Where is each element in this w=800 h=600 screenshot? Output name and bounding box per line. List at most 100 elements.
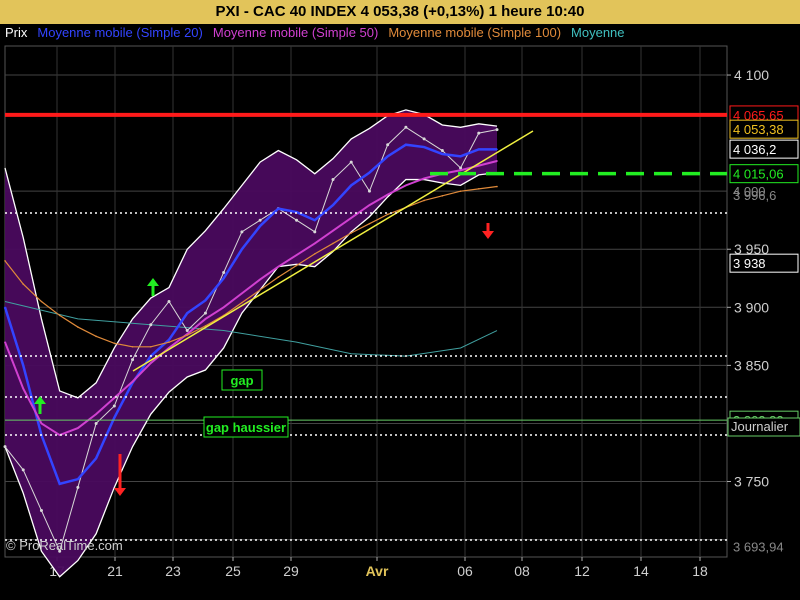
series-1-point-3 <box>58 483 61 485</box>
series-3-point-25 <box>459 190 462 192</box>
series-3-point-15 <box>277 276 280 278</box>
series-3-point-19 <box>350 232 353 234</box>
y-tick-label: 3 850 <box>734 357 769 373</box>
series-0-point-20 <box>367 189 371 193</box>
annotation-label-0: gap <box>230 373 253 388</box>
series-0-point-18 <box>331 178 335 182</box>
x-tick-label: 23 <box>165 563 181 579</box>
series-2-point-4 <box>77 427 79 429</box>
series-0-point-8 <box>149 323 153 327</box>
series-3-point-2 <box>40 300 43 303</box>
series-3-point-18 <box>332 242 334 245</box>
series-2-point-5 <box>95 413 97 415</box>
series-1-point-20 <box>368 171 371 174</box>
series-2-point-2 <box>40 422 43 425</box>
series-1-point-17 <box>313 219 316 222</box>
price-chart: 4 1003 9503 9003 8503 7501721232529Avr06… <box>3 45 800 579</box>
series-0-point-11 <box>203 311 207 315</box>
series-3-point-26 <box>477 188 480 190</box>
series-3-point-1 <box>22 283 25 285</box>
series-1-point-19 <box>350 184 353 187</box>
level-label-2: 4 015,06 <box>733 167 784 182</box>
series-0-point-13 <box>240 230 244 234</box>
arrow-down-2-head <box>482 231 494 239</box>
y-tick-label: 4 100 <box>734 67 769 83</box>
series-3-point-16 <box>295 264 298 267</box>
series-2-point-15 <box>277 265 280 268</box>
series-2-point-23 <box>423 177 425 180</box>
x-tick-label: Avr <box>366 563 389 579</box>
series-1-point-25 <box>459 155 462 158</box>
arrow-down-1-head <box>114 488 126 496</box>
y-tick-label: 3 750 <box>734 474 769 490</box>
series-3-point-6 <box>113 342 116 345</box>
overlap-label-1: 3 996,6 <box>733 188 776 203</box>
series-2-point-11 <box>204 318 207 320</box>
x-tick-label: 18 <box>692 563 708 579</box>
series-0-point-2 <box>39 509 43 513</box>
series-1-point-27 <box>496 148 498 151</box>
series-3-point-27 <box>496 185 498 188</box>
series-2-point-13 <box>241 292 243 295</box>
series-0-point-7 <box>131 358 135 362</box>
series-1-point-10 <box>186 312 189 314</box>
series-3-point-0 <box>4 260 6 262</box>
series-2-point-0 <box>4 341 6 343</box>
arrow-up-2-head <box>147 278 159 286</box>
series-3-point-14 <box>259 289 261 291</box>
price-label: 4 053,38 <box>733 122 784 137</box>
series-2-point-22 <box>405 184 407 187</box>
series-1-point-1 <box>22 364 25 367</box>
ma-cyan-line <box>4 301 498 357</box>
series-3-point-10 <box>186 334 189 336</box>
series-2-point-26 <box>477 164 480 167</box>
level-label-1: 4 036,2 <box>733 142 776 157</box>
overlap-label-2: 3 693,94 <box>733 540 784 555</box>
series-2-point-14 <box>259 278 261 281</box>
series-2-point-16 <box>295 254 298 256</box>
x-tick-label: 29 <box>283 563 299 579</box>
series-0-point-17 <box>313 230 317 234</box>
series-2-point-7 <box>131 380 134 383</box>
series-2-point-19 <box>350 217 353 219</box>
annotation-label-1: gap haussier <box>206 420 286 435</box>
series-1-point-23 <box>423 146 425 148</box>
series-0-point-10 <box>185 329 189 333</box>
series-0-point-22 <box>404 125 408 129</box>
series-0-point-26 <box>477 131 481 135</box>
timeframe-label: Journalier <box>731 419 789 434</box>
y-tick-label: 3 900 <box>734 299 769 315</box>
series-0-point-24 <box>440 149 444 153</box>
series-3-point-4 <box>77 326 79 328</box>
series-3-point-7 <box>131 345 134 348</box>
series-2-point-8 <box>149 362 152 364</box>
series-1-point-9 <box>168 339 170 341</box>
series-1-point-5 <box>95 457 97 460</box>
series-0-point-27 <box>495 128 499 132</box>
series-3-point-13 <box>241 301 243 304</box>
series-2-point-27 <box>496 160 498 162</box>
series-2-point-21 <box>386 193 389 196</box>
series-2-point-1 <box>22 387 25 390</box>
series-0-point-5 <box>94 421 98 425</box>
series-1-point-26 <box>477 148 480 151</box>
series-0-point-16 <box>295 218 299 222</box>
series-2-point-12 <box>222 306 225 309</box>
series-1-point-12 <box>222 277 225 280</box>
series-0-point-23 <box>422 137 426 141</box>
x-tick-label: 12 <box>574 563 590 579</box>
x-tick-label: 06 <box>457 563 473 579</box>
series-2-point-25 <box>459 169 462 172</box>
series-3-point-5 <box>95 335 97 338</box>
series-1-point-22 <box>405 143 407 146</box>
level-label-3: 3 938 <box>733 256 766 271</box>
series-3-point-20 <box>368 222 371 225</box>
series-3-point-17 <box>313 253 316 255</box>
series-1-point-0 <box>4 306 6 309</box>
series-0-point-9 <box>167 300 171 303</box>
series-0-point-1 <box>21 468 25 472</box>
watermark: © ProRealTime.com <box>6 538 123 553</box>
x-tick-label: 21 <box>107 563 123 579</box>
series-0-point-0 <box>3 445 7 449</box>
series-1-point-24 <box>441 153 444 155</box>
